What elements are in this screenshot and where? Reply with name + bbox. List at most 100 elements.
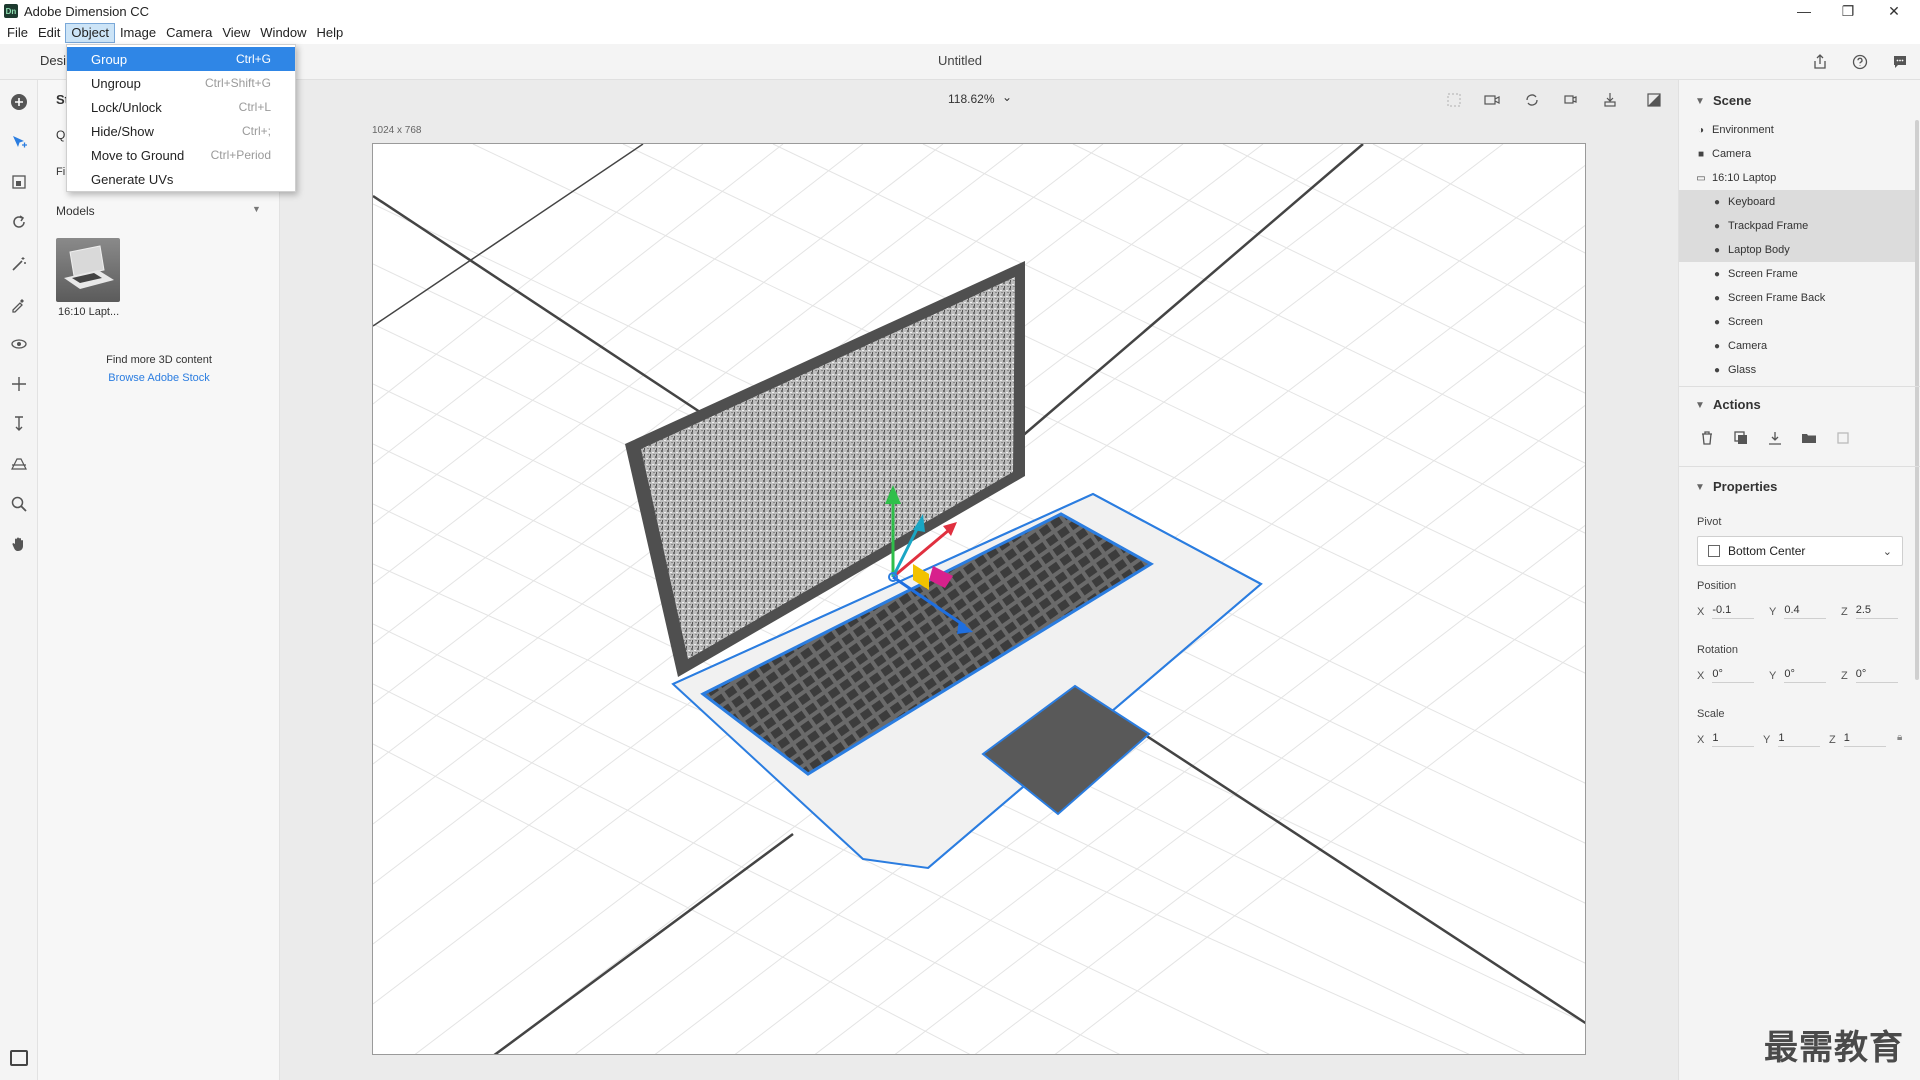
menu-help[interactable]: Help: [312, 23, 349, 43]
search-icon[interactable]: Q: [56, 128, 65, 142]
scene-item-keyboard[interactable]: ● Keyboard: [1679, 190, 1915, 214]
viewport-scene: [373, 144, 1585, 1054]
frame-icon[interactable]: [1444, 90, 1464, 110]
scene-item-glass[interactable]: ● Glass: [1679, 358, 1915, 382]
lock-icon[interactable]: 🔒︎: [1897, 732, 1902, 743]
models-section-header[interactable]: Models: [56, 204, 95, 218]
position-y-value[interactable]: 0.4: [1784, 604, 1827, 619]
rotation-z-field[interactable]: Z 0°: [1841, 668, 1898, 683]
scene-item-screen-frame[interactable]: ● Screen Frame: [1679, 262, 1915, 286]
properties-section-title[interactable]: Properties: [1713, 479, 1777, 494]
zoom-level[interactable]: 118.62%: [948, 92, 994, 106]
hand-icon[interactable]: [7, 532, 31, 556]
add-icon[interactable]: [7, 90, 31, 114]
scale-y-value[interactable]: 1: [1778, 732, 1821, 747]
laptop-model[interactable]: [625, 261, 1263, 870]
3d-viewport[interactable]: [372, 143, 1586, 1055]
scene-item-label: 16:10 Laptop: [1712, 172, 1777, 184]
select-tool-icon[interactable]: [7, 130, 31, 154]
restore-button[interactable]: ❐: [1828, 0, 1868, 22]
scene-item-label: Keyboard: [1728, 196, 1776, 208]
scale-x-field[interactable]: X1: [1697, 732, 1755, 747]
scene-item-camera[interactable]: ■ Camera: [1679, 142, 1915, 166]
rotation-y-value[interactable]: 0°: [1784, 668, 1827, 683]
scale-z-field[interactable]: Z1: [1829, 732, 1886, 747]
eyedropper-icon[interactable]: [7, 292, 31, 316]
position-x-field[interactable]: X -0.1: [1697, 604, 1755, 619]
menu-camera[interactable]: Camera: [161, 23, 217, 43]
menu-view[interactable]: View: [217, 23, 255, 43]
scrollbar[interactable]: [1915, 120, 1919, 680]
camera-view-icon[interactable]: [1482, 90, 1502, 110]
model-label: 16:10 Lapt...: [58, 306, 120, 318]
scene-item-laptop-body[interactable]: ● Laptop Body: [1679, 238, 1915, 262]
position-y-field[interactable]: Y 0.4: [1769, 604, 1827, 619]
menu-object[interactable]: Object: [65, 23, 115, 43]
scene-item-screen-frame-back[interactable]: ● Screen Frame Back: [1679, 286, 1915, 310]
close-button[interactable]: ✕: [1874, 0, 1914, 22]
filter-label[interactable]: Fi: [56, 166, 65, 178]
camera-orbit-view-icon[interactable]: [1522, 90, 1542, 110]
axis-label: Z: [1841, 605, 1848, 618]
scale-z-value[interactable]: 1: [1843, 732, 1886, 747]
menu-item-lock-unlock[interactable]: Lock/Unlock Ctrl+L: [67, 95, 295, 119]
panel-toggle-icon[interactable]: [10, 1050, 28, 1066]
orbit-icon[interactable]: [7, 210, 31, 234]
scene-item-camera-object[interactable]: ● Camera: [1679, 334, 1915, 358]
browse-adobe-stock-link[interactable]: Browse Adobe Stock: [38, 372, 280, 384]
dolly-icon[interactable]: [7, 412, 31, 436]
actions-section-title[interactable]: Actions: [1713, 397, 1761, 412]
menu-image[interactable]: Image: [115, 23, 161, 43]
rotation-x-value[interactable]: 0°: [1712, 668, 1755, 683]
pan-icon[interactable]: [7, 372, 31, 396]
help-icon[interactable]: [1850, 52, 1870, 72]
duplicate-icon[interactable]: [1731, 428, 1751, 448]
move-to-ground-icon[interactable]: [1765, 428, 1785, 448]
scene-section-title[interactable]: Scene: [1713, 93, 1751, 108]
chevron-down-icon[interactable]: ⌄: [1002, 90, 1012, 104]
group-folder-icon[interactable]: [1799, 428, 1819, 448]
camera-dolly-icon[interactable]: [1600, 90, 1620, 110]
menu-item-label: Lock/Unlock: [91, 99, 162, 115]
feedback-icon[interactable]: [1890, 52, 1910, 72]
menu-item-generate-uvs[interactable]: Generate UVs: [67, 167, 295, 191]
zoom-icon[interactable]: [7, 492, 31, 516]
camera-orbit-icon[interactable]: [7, 332, 31, 356]
menu-item-hide-show[interactable]: Hide/Show Ctrl+;: [67, 119, 295, 143]
model-thumbnail-laptop[interactable]: [56, 238, 120, 302]
pivot-select[interactable]: Bottom Center ⌄: [1697, 536, 1903, 566]
horizon-icon[interactable]: [7, 452, 31, 476]
position-z-value[interactable]: 2.5: [1855, 604, 1898, 619]
render-preview-icon[interactable]: [1644, 90, 1664, 110]
scale-x-value[interactable]: 1: [1712, 732, 1755, 747]
scene-item-environment[interactable]: ◑ Environment: [1679, 118, 1915, 142]
scale-y-field[interactable]: Y1: [1763, 732, 1821, 747]
minimize-button[interactable]: —: [1784, 0, 1824, 22]
camera-pan-icon[interactable]: [1560, 90, 1580, 110]
position-z-field[interactable]: Z 2.5: [1841, 604, 1898, 619]
menu-item-ungroup[interactable]: Ungroup Ctrl+Shift+G: [67, 71, 295, 95]
menu-window[interactable]: Window: [255, 23, 311, 43]
scene-item-label: Screen Frame Back: [1728, 292, 1826, 304]
ungroup-icon[interactable]: [1833, 428, 1853, 448]
scene-item-laptop-group[interactable]: ▭ 16:10 Laptop: [1679, 166, 1915, 190]
rotation-y-field[interactable]: Y 0°: [1769, 668, 1827, 683]
chevron-down-icon[interactable]: ▼: [1695, 400, 1705, 411]
magic-wand-icon[interactable]: [7, 252, 31, 276]
scene-item-screen[interactable]: ● Screen: [1679, 310, 1915, 334]
position-x-value[interactable]: -0.1: [1712, 604, 1755, 619]
environment-icon: ◑: [1697, 124, 1705, 136]
menu-edit[interactable]: Edit: [33, 23, 65, 43]
delete-icon[interactable]: [1697, 428, 1717, 448]
menu-item-move-to-ground[interactable]: Move to Ground Ctrl+Period: [67, 143, 295, 167]
chevron-down-icon[interactable]: ▼: [1695, 96, 1705, 107]
marquee-select-icon[interactable]: [7, 170, 31, 194]
chevron-down-icon[interactable]: ▼: [1695, 482, 1705, 493]
scene-item-trackpad-frame[interactable]: ● Trackpad Frame: [1679, 214, 1915, 238]
share-icon[interactable]: [1810, 52, 1830, 72]
menu-file[interactable]: File: [2, 23, 33, 43]
rotation-z-value[interactable]: 0°: [1855, 668, 1898, 683]
rotation-x-field[interactable]: X 0°: [1697, 668, 1755, 683]
menu-item-group[interactable]: Group Ctrl+G: [67, 47, 295, 71]
chevron-down-icon[interactable]: ▼: [252, 204, 261, 214]
